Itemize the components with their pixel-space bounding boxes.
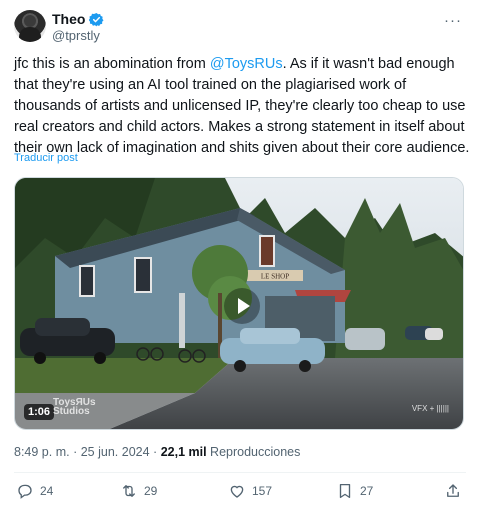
reply-count: 24 — [40, 484, 54, 498]
mention-link[interactable]: @ToysRUs — [210, 56, 283, 72]
avatar-head — [24, 15, 36, 27]
meta-separator: · — [73, 445, 78, 459]
repost-icon — [123, 485, 135, 497]
more-dots-icon[interactable]: ··· — [444, 12, 462, 29]
watermark-vfx: VFX + |||||| — [411, 404, 449, 413]
post-time[interactable]: 8:49 p. m. — [14, 445, 70, 459]
bookmark-button[interactable]: 27 — [336, 482, 373, 500]
repost-button[interactable]: 29 — [120, 482, 157, 500]
reply-icon — [18, 484, 32, 499]
share-button[interactable] — [444, 482, 462, 500]
tweet-text: jfc this is an abomination from @ToysRUs… — [14, 54, 470, 159]
views-label: Reproducciones — [210, 445, 301, 459]
share-icon — [447, 484, 459, 497]
like-count: 157 — [252, 484, 273, 498]
video-duration: 1:06 — [24, 404, 55, 420]
tweet-text-part-1: jfc this is an abomination from — [14, 56, 210, 72]
heart-icon — [230, 485, 244, 498]
name-row: Theo — [52, 11, 104, 27]
shop-sign-text: LE SHOP — [261, 273, 289, 281]
display-name[interactable]: Theo — [52, 11, 85, 27]
post-date[interactable]: 25 jun. 2024 — [81, 445, 150, 459]
reply-button[interactable]: 24 — [16, 482, 53, 500]
repost-count: 29 — [144, 484, 158, 498]
user-handle[interactable]: @tprstly — [52, 28, 100, 43]
translate-link[interactable]: Traducir post — [14, 152, 78, 164]
tweet-meta: 8:49 p. m. · 25 jun. 2024 · 22,1 mil Rep… — [14, 445, 300, 459]
verified-badge-icon — [89, 12, 104, 26]
avatar[interactable] — [14, 10, 46, 42]
meta-separator: · — [153, 445, 158, 459]
bookmark-count: 27 — [360, 484, 374, 498]
action-bar: 24 29 157 27 — [14, 482, 466, 506]
play-icon[interactable] — [224, 288, 260, 324]
bookmark-icon — [339, 483, 351, 499]
like-button[interactable]: 157 — [228, 482, 272, 500]
divider — [14, 472, 466, 473]
views-count: 22,1 mil — [160, 445, 207, 459]
tweet-header: Theo @tprstly ··· — [14, 10, 466, 46]
avatar-body — [19, 27, 41, 42]
video-player[interactable]: LE SHOP 1:06 ToysЯUs Studios VFX + |||||… — [14, 177, 464, 430]
watermark-logo: ToysЯUs Studios — [53, 397, 96, 417]
